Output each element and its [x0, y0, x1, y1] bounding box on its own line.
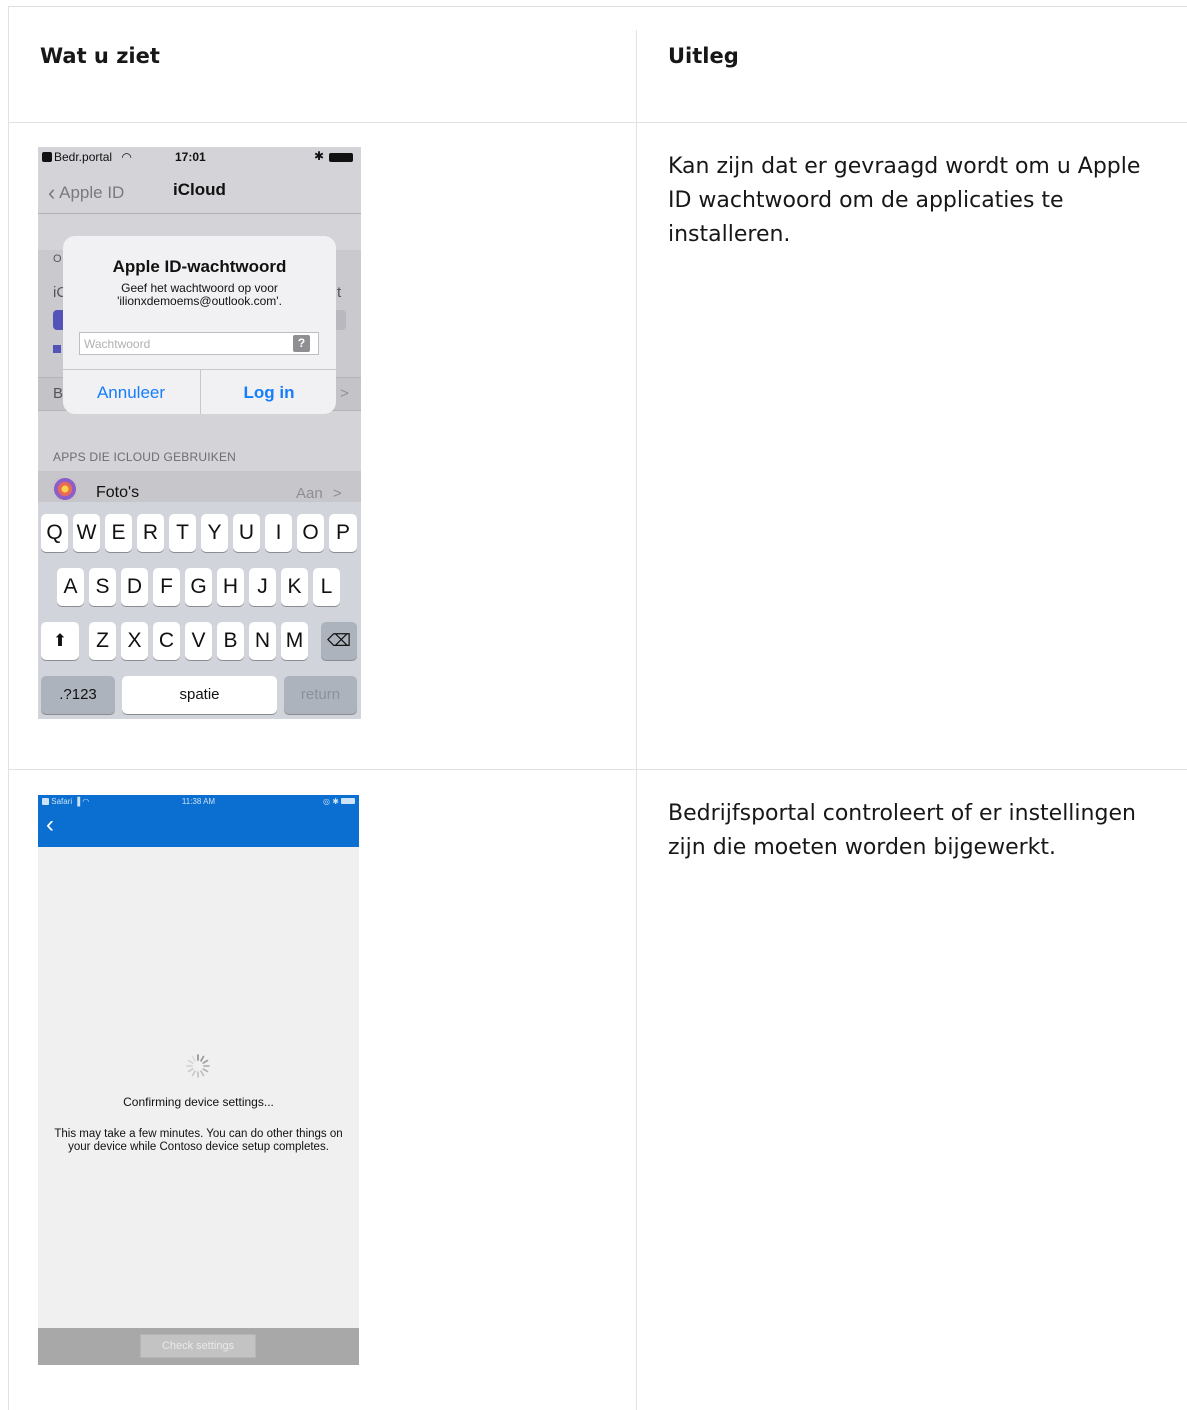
dimmed-text-fragment: O	[53, 253, 62, 265]
key-w[interactable]: W	[73, 514, 100, 552]
on-screen-keyboard: Q W E R T Y U I O P A S D F G H J K L ⬆ …	[38, 502, 361, 719]
key-z[interactable]: Z	[89, 622, 116, 660]
key-k[interactable]: K	[281, 568, 308, 606]
column-divider	[636, 30, 637, 1410]
key-e[interactable]: E	[105, 514, 132, 552]
photos-app-icon	[54, 478, 76, 500]
key-y[interactable]: Y	[201, 514, 228, 552]
status-icons: ◎ ✱	[323, 797, 356, 806]
row-divider	[8, 769, 1187, 770]
chevron-right-icon: >	[340, 385, 349, 402]
key-t[interactable]: T	[169, 514, 196, 552]
bluetooth-icon: ✱	[314, 149, 325, 163]
key-i[interactable]: I	[265, 514, 292, 552]
section-header: APPS DIE ICLOUD GEBRUIKEN	[53, 450, 237, 464]
key-l[interactable]: L	[313, 568, 340, 606]
key-f[interactable]: F	[153, 568, 180, 606]
key-h[interactable]: H	[217, 568, 244, 606]
storage-legend-swatch	[53, 345, 61, 353]
status-bar: Bedr.portal ◠ 17:01 ✱	[38, 147, 361, 167]
cancel-button[interactable]: Annuleer	[63, 370, 199, 414]
row1-explanation: Kan zijn dat er gevraagd wordt om u Appl…	[668, 154, 1141, 247]
confirming-status-text: Confirming device settings...	[123, 1095, 274, 1109]
carrier-text: Bedr.portal	[54, 150, 113, 164]
check-settings-button[interactable]: Check settings	[140, 1334, 256, 1358]
bluetooth-icon: ✱	[332, 797, 339, 806]
key-p[interactable]: P	[329, 514, 357, 552]
wait-detail-text: This may take a few minutes. You can do …	[54, 1128, 343, 1153]
key-m[interactable]: M	[281, 622, 308, 660]
carrier-label: Bedr.portal ◠	[42, 150, 132, 164]
key-n[interactable]: N	[249, 622, 276, 660]
nav-title: iCloud	[173, 180, 226, 199]
key-g[interactable]: G	[185, 568, 212, 606]
key-s[interactable]: S	[89, 568, 116, 606]
password-field-wrapper: ?	[79, 332, 319, 355]
apple-id-password-dialog: Apple ID-wachtwoord Geef het wachtwoord …	[63, 236, 336, 414]
password-input[interactable]	[80, 333, 284, 354]
key-q[interactable]: Q	[41, 514, 68, 552]
dimmed-text-fragment: B	[53, 385, 64, 402]
key-c[interactable]: C	[153, 622, 180, 660]
key-b[interactable]: B	[217, 622, 244, 660]
numbers-key[interactable]: .?123	[41, 676, 115, 714]
delete-key[interactable]: ⌫	[321, 622, 357, 660]
iphone-screenshot-confirming-settings: Safari ▐ ◠ 11:38 AM ◎ ✱ ‹ Confirming dev…	[38, 795, 359, 1365]
back-arrow-icon[interactable]: ‹	[46, 813, 54, 837]
iphone-screenshot-apple-id-prompt: Bedr.portal ◠ 17:01 ✱ ‹ Apple ID iCloud …	[38, 147, 361, 719]
status-time: 17:01	[175, 150, 206, 164]
row2-explanation: Bedrijfsportal controleert of er instell…	[668, 801, 1136, 860]
header-explanation: Uitleg	[668, 44, 739, 68]
battery-icon	[329, 153, 353, 162]
wifi-icon: ◠	[121, 150, 132, 164]
dimmed-text-fragment: t	[337, 284, 342, 301]
help-icon[interactable]: ?	[293, 335, 310, 352]
loading-spinner-icon	[186, 1054, 210, 1078]
key-r[interactable]: R	[137, 514, 164, 552]
photos-label: Foto's	[96, 484, 140, 501]
return-key[interactable]: return	[284, 676, 357, 714]
dialog-buttons: Annuleer Log in	[63, 369, 336, 414]
space-key[interactable]: spatie	[122, 676, 277, 714]
back-to-app-icon	[42, 152, 52, 162]
header-what-you-see: Wat u ziet	[40, 44, 160, 68]
key-j[interactable]: J	[249, 568, 276, 606]
key-u[interactable]: U	[233, 514, 260, 552]
row-divider	[8, 122, 1187, 123]
login-button[interactable]: Log in	[200, 370, 336, 414]
dialog-title: Apple ID-wachtwoord	[112, 257, 287, 276]
dialog-message: Geef het wachtwoord op voor 'ilionxdemoe…	[117, 281, 282, 308]
key-v[interactable]: V	[185, 622, 212, 660]
status-time: 11:38 AM	[181, 797, 216, 806]
shift-key[interactable]: ⬆	[41, 622, 79, 660]
battery-icon	[341, 798, 356, 804]
photos-value: Aan >	[296, 485, 342, 502]
key-d[interactable]: D	[121, 568, 148, 606]
key-a[interactable]: A	[57, 568, 84, 606]
key-o[interactable]: O	[297, 514, 324, 552]
chevron-right-icon: >	[332, 485, 342, 502]
lock-rotation-icon: ◎	[323, 797, 330, 806]
key-x[interactable]: X	[121, 622, 148, 660]
